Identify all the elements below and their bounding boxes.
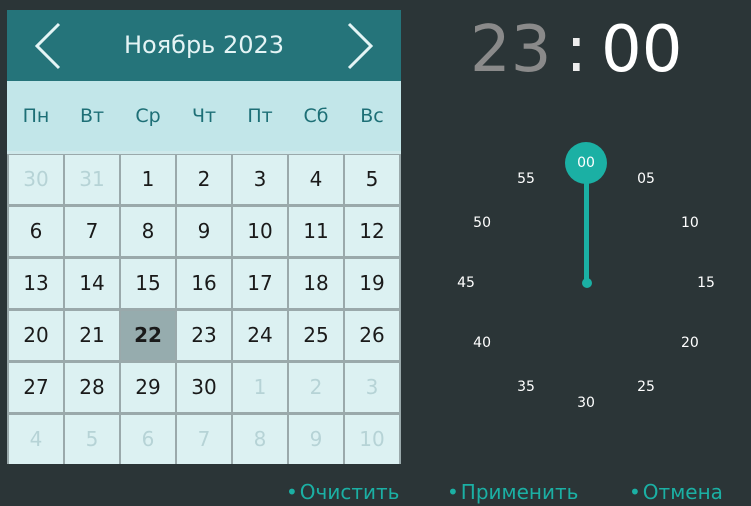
minute-option[interactable]: 05 bbox=[629, 169, 663, 189]
day-cell[interactable]: 4 bbox=[289, 155, 343, 204]
minute-option[interactable]: 50 bbox=[465, 213, 499, 233]
other-month-day[interactable]: 2 bbox=[289, 363, 343, 412]
minute-option[interactable]: 30 bbox=[569, 393, 603, 413]
minute-option[interactable]: 20 bbox=[673, 333, 707, 353]
day-cell[interactable]: 9 bbox=[177, 207, 231, 256]
day-cell[interactable]: 29 bbox=[121, 363, 175, 412]
calendar-panel: Ноябрь 2023 Пн Вт Ср Чт Пт Сб Вс 30 31 1 2 3 4 5 6 7 8 9… bbox=[7, 10, 401, 464]
weekday-label: Сб bbox=[303, 105, 329, 127]
weekday-label: Вт bbox=[79, 105, 105, 127]
day-cell[interactable]: 26 bbox=[345, 311, 399, 360]
other-month-day[interactable]: 10 bbox=[345, 415, 399, 464]
minute-option[interactable]: 25 bbox=[629, 377, 663, 397]
day-cell[interactable]: 5 bbox=[345, 155, 399, 204]
day-cell[interactable]: 12 bbox=[345, 207, 399, 256]
other-month-day[interactable]: 30 bbox=[9, 155, 63, 204]
clock-hand-center bbox=[582, 278, 592, 288]
day-cell[interactable]: 25 bbox=[289, 311, 343, 360]
day-cell[interactable]: 30 bbox=[177, 363, 231, 412]
other-month-day[interactable]: 3 bbox=[345, 363, 399, 412]
weekday-label: Пт bbox=[247, 105, 273, 127]
day-grid: 30 31 1 2 3 4 5 6 7 8 9 10 11 12 13 14 15 16 17 18 19 20 21 22 2… bbox=[7, 154, 401, 464]
month-title[interactable]: Ноябрь 2023 bbox=[87, 10, 321, 81]
day-cell[interactable]: 2 bbox=[177, 155, 231, 204]
day-cell[interactable]: 21 bbox=[65, 311, 119, 360]
day-cell[interactable]: 15 bbox=[121, 259, 175, 308]
weekday-label: Пн bbox=[22, 105, 50, 127]
bullet: • bbox=[447, 480, 459, 504]
hour-value[interactable]: 23 bbox=[470, 13, 551, 87]
bullet: • bbox=[286, 480, 298, 504]
calendar-header: Ноябрь 2023 bbox=[7, 10, 401, 81]
day-cell[interactable]: 11 bbox=[289, 207, 343, 256]
clear-label: Очистить bbox=[299, 480, 400, 504]
action-bar: • Очистить • Применить • Отмена bbox=[0, 478, 751, 506]
other-month-day[interactable]: 31 bbox=[65, 155, 119, 204]
chevron-left-icon bbox=[34, 22, 61, 70]
cancel-label: Отмена bbox=[642, 480, 723, 504]
other-month-day[interactable]: 9 bbox=[289, 415, 343, 464]
day-cell[interactable]: 17 bbox=[233, 259, 287, 308]
day-cell[interactable]: 16 bbox=[177, 259, 231, 308]
day-cell[interactable]: 3 bbox=[233, 155, 287, 204]
day-cell[interactable]: 19 bbox=[345, 259, 399, 308]
minute-option[interactable]: 35 bbox=[509, 377, 543, 397]
day-cell[interactable]: 18 bbox=[289, 259, 343, 308]
day-cell[interactable]: 1 bbox=[121, 155, 175, 204]
minute-option[interactable]: 55 bbox=[509, 169, 543, 189]
weekday-label: Чт bbox=[191, 105, 217, 127]
time-separator: : bbox=[565, 13, 587, 87]
weekday-row: Пн Вт Ср Чт Пт Сб Вс bbox=[7, 81, 401, 151]
bullet: • bbox=[629, 480, 641, 504]
day-cell[interactable]: 24 bbox=[233, 311, 287, 360]
day-cell[interactable]: 8 bbox=[121, 207, 175, 256]
weekday-label: Вс bbox=[360, 105, 384, 127]
other-month-day[interactable]: 5 bbox=[65, 415, 119, 464]
day-cell[interactable]: 10 bbox=[233, 207, 287, 256]
weekday-label: Ср bbox=[135, 105, 161, 127]
day-cell[interactable]: 6 bbox=[9, 207, 63, 256]
next-month-button[interactable] bbox=[335, 22, 381, 70]
minute-option[interactable]: 10 bbox=[673, 213, 707, 233]
day-cell[interactable]: 7 bbox=[65, 207, 119, 256]
day-cell[interactable]: 28 bbox=[65, 363, 119, 412]
apply-label: Применить bbox=[460, 480, 579, 504]
datetime-picker: Ноябрь 2023 Пн Вт Ср Чт Пт Сб Вс 30 31 1 2 3 4 5 6 7 8 9… bbox=[0, 0, 751, 506]
selected-day[interactable]: 22 bbox=[121, 311, 175, 360]
day-cell[interactable]: 27 bbox=[9, 363, 63, 412]
minute-value[interactable]: 00 bbox=[601, 13, 682, 87]
time-display: 23:00 bbox=[470, 10, 682, 90]
cancel-button[interactable]: • Отмена bbox=[629, 478, 723, 506]
other-month-day[interactable]: 8 bbox=[233, 415, 287, 464]
chevron-right-icon bbox=[347, 22, 374, 70]
other-month-day[interactable]: 7 bbox=[177, 415, 231, 464]
day-cell[interactable]: 14 bbox=[65, 259, 119, 308]
clear-button[interactable]: • Очистить bbox=[286, 478, 399, 506]
other-month-day[interactable]: 4 bbox=[9, 415, 63, 464]
day-cell[interactable]: 13 bbox=[9, 259, 63, 308]
day-cell[interactable]: 23 bbox=[177, 311, 231, 360]
minute-option[interactable]: 40 bbox=[465, 333, 499, 353]
apply-button[interactable]: • Применить bbox=[447, 478, 578, 506]
minute-clock[interactable]: 00 05 10 15 20 25 30 35 40 45 50 55 bbox=[448, 135, 724, 425]
other-month-day[interactable]: 1 bbox=[233, 363, 287, 412]
prev-month-button[interactable] bbox=[27, 22, 73, 70]
minute-option[interactable]: 15 bbox=[689, 273, 723, 293]
other-month-day[interactable]: 6 bbox=[121, 415, 175, 464]
minute-option[interactable]: 45 bbox=[449, 273, 483, 293]
day-cell[interactable]: 20 bbox=[9, 311, 63, 360]
selected-minute-bubble[interactable]: 00 bbox=[565, 142, 607, 184]
